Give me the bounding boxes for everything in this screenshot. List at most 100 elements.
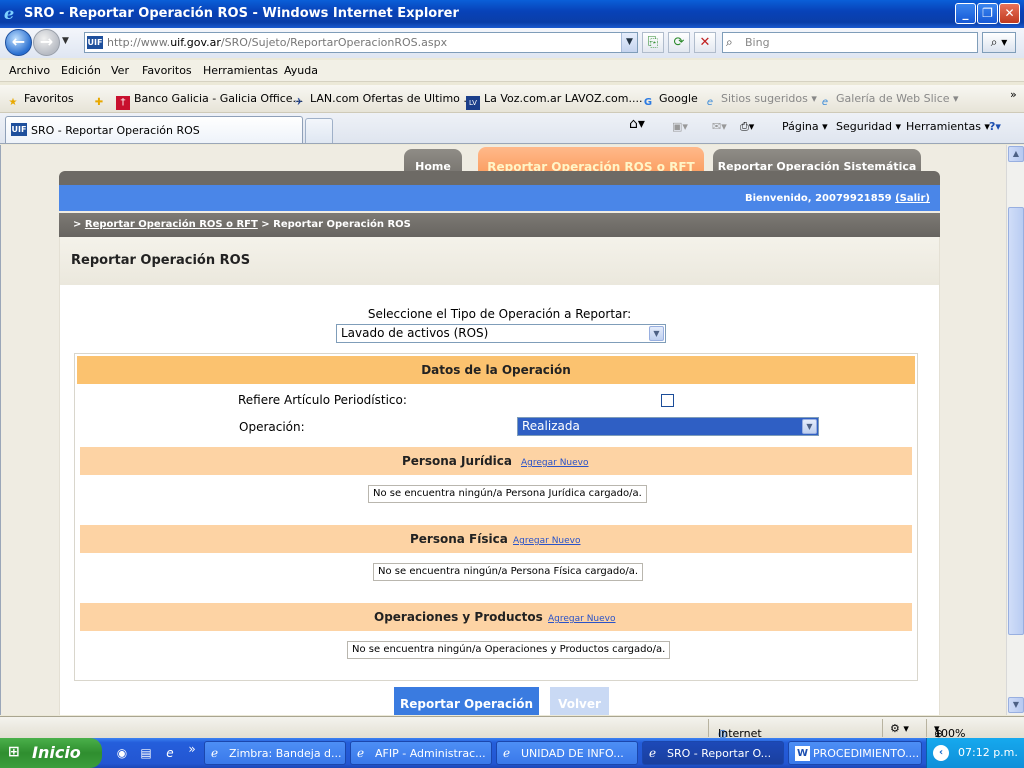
tools-menu[interactable]: Herramientas ▾ xyxy=(906,120,990,133)
word-icon: W xyxy=(795,746,810,761)
clock[interactable]: 07:12 p.m. xyxy=(958,746,1018,759)
breadcrumb: > Reportar Operación ROS o RFT > Reporta… xyxy=(59,213,940,237)
status-bar: ◍ Internet ⚙ ▾ ⊕ 100% ▾ xyxy=(0,716,1024,740)
add-operaciones-link[interactable]: Agregar Nuevo xyxy=(548,605,616,633)
minimize-button[interactable]: _ xyxy=(955,3,976,24)
menu-ayuda[interactable]: Ayuda xyxy=(284,64,318,77)
user-band: Bienvenido, 20079921859 (Salir) xyxy=(59,185,940,211)
menu-bar: Archivo Edición Ver Favoritos Herramient… xyxy=(0,60,1024,82)
history-dropdown-icon[interactable]: ▼ xyxy=(62,36,69,46)
quicklaunch-more-icon[interactable]: » xyxy=(184,741,200,757)
task-sro[interactable]: ℯ SRO - Reportar O... xyxy=(642,741,784,765)
feeds-icon[interactable]: ▣▾ xyxy=(672,120,688,133)
breadcrumb-link[interactable]: Reportar Operación ROS o RFT xyxy=(85,219,258,230)
window-title: SRO - Reportar Operación ROS - Windows I… xyxy=(24,6,459,21)
nav-band xyxy=(59,171,940,185)
add-persona-fisica-link[interactable]: Agregar Nuevo xyxy=(513,527,581,555)
reportar-operacion-button[interactable]: Reportar Operación xyxy=(394,687,539,715)
fav-sitios-sugeridos[interactable]: e Sitios sugeridos ▾ xyxy=(703,92,817,110)
task-procedimiento[interactable]: W PROCEDIMIENTO.... xyxy=(788,741,922,765)
fav-web-slice[interactable]: e Galería de Web Slice ▾ xyxy=(818,92,959,110)
section-title: Persona Física xyxy=(410,532,508,546)
back-button[interactable]: ← xyxy=(5,29,32,56)
fav-lan[interactable]: ✈ LAN.com Ofertas de Ultimo ... xyxy=(292,92,474,110)
tipo-operacion-select[interactable]: Lavado de activos (ROS) ▼ xyxy=(336,324,666,343)
refiere-checkbox[interactable] xyxy=(661,394,674,407)
start-button[interactable]: ⊞ Inicio xyxy=(0,738,102,768)
page-title: Reportar Operación ROS xyxy=(71,253,251,268)
system-tray: ‹ 07:12 p.m. xyxy=(926,738,1024,768)
fav-banco-galicia[interactable]: † Banco Galicia - Galicia Office... xyxy=(116,92,303,110)
datos-header: Datos de la Operación xyxy=(77,356,915,384)
operacion-label: Operación: xyxy=(239,420,305,434)
menu-archivo[interactable]: Archivo xyxy=(9,64,50,77)
operacion-select[interactable]: Realizada ▼ xyxy=(517,417,819,436)
scroll-thumb[interactable] xyxy=(1008,207,1024,635)
address-dropdown-icon[interactable]: ▼ xyxy=(621,33,637,52)
close-button[interactable]: ✕ xyxy=(999,3,1020,24)
tipo-operacion-value: Lavado de activos (ROS) xyxy=(341,326,489,340)
uif-favicon-icon: UIF xyxy=(11,123,27,136)
menu-edicion[interactable]: Edición xyxy=(61,64,101,77)
browser-tab-sro[interactable]: UIF SRO - Reportar Operación ROS xyxy=(5,116,303,143)
galicia-icon: † xyxy=(116,96,130,110)
compatibility-view-icon[interactable]: ⎘ xyxy=(642,32,664,53)
add-favorites-icon[interactable]: ✚ xyxy=(92,92,110,110)
ie-icon: ℯ xyxy=(211,746,219,760)
section-persona-fisica: Persona Física Agregar Nuevo xyxy=(80,525,912,553)
fav-lavoz[interactable]: LV La Voz.com.ar LAVOZ.com.... xyxy=(466,92,643,110)
window-title-bar[interactable]: e SRO - Reportar Operación ROS - Windows… xyxy=(0,0,1024,28)
help-icon[interactable]: ?▾ xyxy=(989,120,1001,133)
tray-expand-icon[interactable]: ‹ xyxy=(933,745,949,761)
security-menu[interactable]: Seguridad ▾ xyxy=(836,120,901,133)
search-go-button[interactable]: ⌕ ▾ xyxy=(982,32,1016,53)
more-favorites-icon[interactable]: » xyxy=(1010,88,1017,101)
breadcrumb-prefix: > xyxy=(73,219,82,230)
search-input[interactable]: ⌕ Bing xyxy=(722,32,978,53)
quicklaunch-outlook-icon[interactable]: ◉ xyxy=(114,745,130,761)
restore-button[interactable]: ❐ xyxy=(977,3,998,24)
menu-favoritos[interactable]: Favoritos xyxy=(142,64,192,77)
fav-google[interactable]: G Google xyxy=(641,92,698,110)
add-persona-juridica-link[interactable]: Agregar Nuevo xyxy=(521,449,589,477)
search-icon: ⌕ xyxy=(726,35,733,49)
favorites-button[interactable]: ★ Favoritos xyxy=(6,92,74,110)
ie-icon: ℯ xyxy=(503,746,511,760)
task-zimbra[interactable]: ℯ Zimbra: Bandeja d... xyxy=(204,741,346,765)
new-tab-button[interactable] xyxy=(305,118,333,143)
page-viewport: Home Reportar Operación ROS o RFT Report… xyxy=(0,145,1006,715)
scroll-up-icon[interactable]: ▲ xyxy=(1008,146,1024,162)
volver-button[interactable]: Volver xyxy=(550,687,609,715)
address-url[interactable]: http://www.uif.gov.ar/SRO/Sujeto/Reporta… xyxy=(107,36,447,49)
persona-fisica-empty: No se encuentra ningún/a Persona Física … xyxy=(373,563,644,581)
ie-icon: ℯ xyxy=(649,746,657,760)
zoom-level[interactable]: ⊕ 100% ▾ xyxy=(934,722,965,740)
operacion-value: Realizada xyxy=(522,419,580,433)
protected-mode-icon[interactable]: ⚙ ▾ xyxy=(890,722,909,735)
menu-ver[interactable]: Ver xyxy=(111,64,129,77)
logout-link[interactable]: (Salir) xyxy=(895,193,930,204)
task-afip[interactable]: ℯ AFIP - Administrac... xyxy=(350,741,492,765)
page-scrollbar[interactable]: ▲ ▼ xyxy=(1006,145,1024,715)
refresh-icon[interactable]: ⟳ xyxy=(668,32,690,53)
datos-panel: Datos de la Operación Refiere Artículo P… xyxy=(74,353,918,681)
task-unidad[interactable]: ℯ UNIDAD DE INFO... xyxy=(496,741,638,765)
page-header: Reportar Operación ROS xyxy=(60,237,939,285)
page-menu[interactable]: Página ▾ xyxy=(782,120,828,133)
refiere-label: Refiere Artículo Periodístico: xyxy=(238,393,407,407)
address-bar[interactable]: UIF http://www.uif.gov.ar/SRO/Sujeto/Rep… xyxy=(84,32,638,53)
quicklaunch-desktop-icon[interactable]: ▤ xyxy=(138,745,154,761)
scroll-down-icon[interactable]: ▼ xyxy=(1008,697,1024,713)
stop-icon[interactable]: ✕ xyxy=(694,32,716,53)
status-separator xyxy=(882,719,883,737)
taskbar: ⊞ Inicio ◉ ▤ e » ℯ Zimbra: Bandeja d... ℯ… xyxy=(0,738,1024,768)
star-icon: ★ xyxy=(8,97,18,108)
forward-button[interactable]: → xyxy=(33,29,60,56)
home-icon[interactable]: ⌂▾ xyxy=(629,116,645,132)
menu-herramientas[interactable]: Herramientas xyxy=(203,64,278,77)
section-title: Operaciones y Productos xyxy=(374,610,543,624)
print-icon[interactable]: ⎙▾ xyxy=(740,120,754,134)
mail-icon[interactable]: ✉▾ xyxy=(712,120,727,133)
status-separator xyxy=(708,719,709,737)
quicklaunch-ie-icon[interactable]: e xyxy=(162,745,178,761)
